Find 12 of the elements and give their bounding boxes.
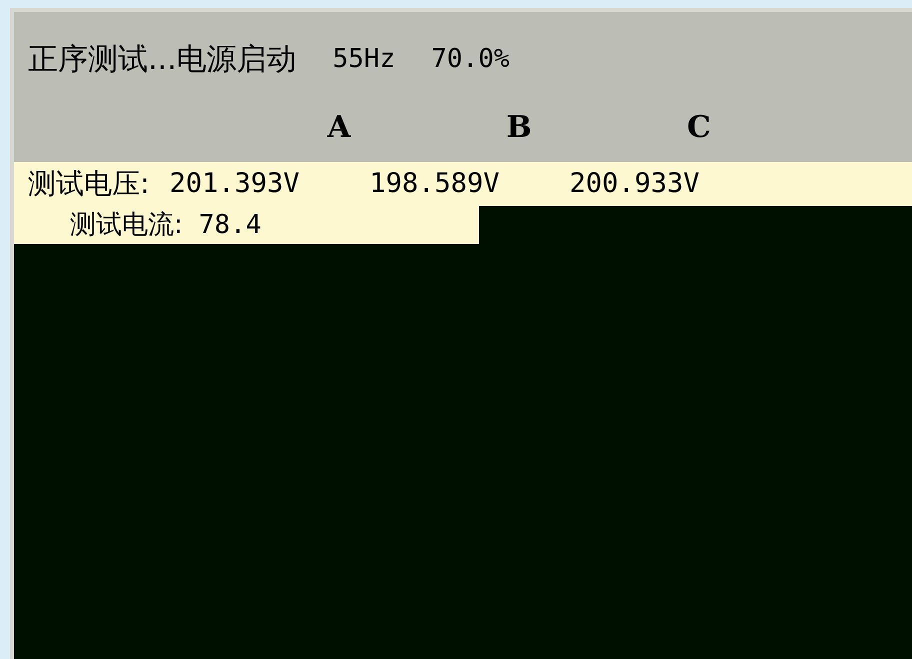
- voltage-value: 200.933V: [569, 166, 700, 201]
- row-label: 测试电流:: [70, 208, 183, 242]
- frequency-reading: 55Hz: [332, 42, 396, 76]
- phase-label: B: [505, 108, 533, 146]
- row-label: 测试电压:: [28, 166, 150, 202]
- voltage-value: 198.589V: [369, 166, 500, 201]
- test-status: 正序测试...电源启动: [28, 40, 297, 78]
- percent-reading: 70.0%: [431, 42, 510, 76]
- current-value: 78.4: [198, 208, 262, 242]
- phase-label: C: [686, 108, 712, 146]
- voltage-value: 201.393V: [169, 166, 300, 201]
- phase-label: A: [326, 108, 352, 146]
